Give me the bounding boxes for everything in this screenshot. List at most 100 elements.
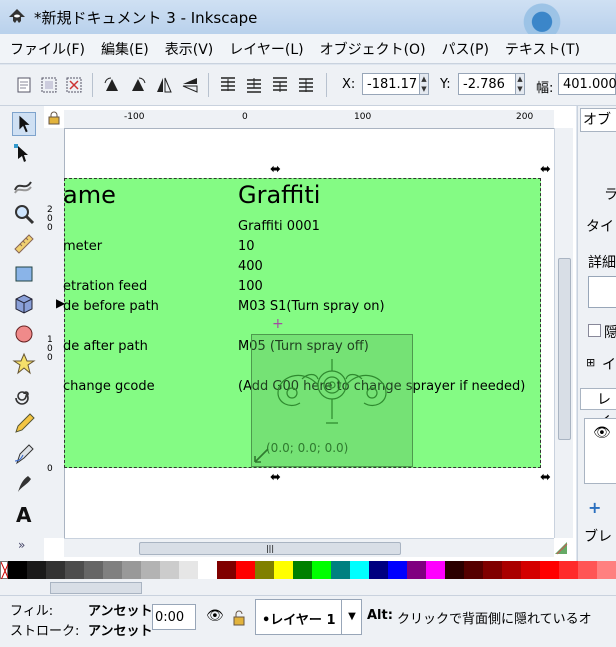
star-tool-icon[interactable]	[12, 352, 36, 376]
flip-horizontal-icon[interactable]	[154, 75, 174, 95]
color-swatch[interactable]	[8, 561, 27, 579]
node-tool-icon[interactable]	[12, 142, 36, 166]
chevron-down-icon[interactable]: ▼	[341, 600, 362, 634]
color-swatch[interactable]	[217, 561, 236, 579]
toolbox-overflow-icon[interactable]: »	[18, 538, 25, 552]
rotate-ccw-icon[interactable]	[102, 75, 122, 95]
deselect-icon[interactable]	[64, 75, 84, 95]
menu-layer[interactable]: レイヤー(L)	[229, 39, 303, 59]
box3d-tool-icon[interactable]	[12, 292, 36, 316]
color-swatch[interactable]	[141, 561, 160, 579]
color-swatch[interactable]	[597, 561, 616, 579]
eye-icon[interactable]: 👁	[593, 425, 611, 441]
menu-edit[interactable]: 編集(E)	[101, 39, 149, 59]
layer-dropdown[interactable]: •レイヤー 1 ▼	[255, 599, 362, 635]
text-tool-icon[interactable]: A	[12, 502, 36, 526]
y-input[interactable]: -2.786	[458, 73, 516, 95]
color-swatch[interactable]	[255, 561, 274, 579]
lower-icon[interactable]	[270, 75, 290, 95]
color-swatch[interactable]	[84, 561, 103, 579]
color-swatch[interactable]	[46, 561, 65, 579]
color-swatch[interactable]	[426, 561, 445, 579]
color-swatch[interactable]	[445, 561, 464, 579]
expand-icon[interactable]: ⊞	[586, 356, 595, 369]
color-swatch[interactable]	[350, 561, 369, 579]
color-swatch[interactable]	[65, 561, 84, 579]
palette-scroll-thumb[interactable]	[50, 582, 142, 594]
lock-guides-icon[interactable]	[48, 111, 60, 125]
color-swatch[interactable]	[388, 561, 407, 579]
color-swatch[interactable]	[331, 561, 350, 579]
ellipse-tool-icon[interactable]	[12, 322, 36, 346]
y-spinner[interactable]: ▲ ▼	[515, 73, 525, 95]
scale-handle-bottom-right[interactable]: ⬌	[540, 470, 551, 485]
calligraphy-tool-icon[interactable]	[12, 472, 36, 496]
color-swatch[interactable]	[483, 561, 502, 579]
color-swatch[interactable]	[293, 561, 312, 579]
menu-view[interactable]: 表示(V)	[165, 39, 214, 59]
selector-tool-icon[interactable]	[12, 112, 36, 136]
pen-tool-icon[interactable]	[12, 442, 36, 466]
tweak-tool-icon[interactable]	[12, 172, 36, 196]
color-swatch[interactable]	[122, 561, 141, 579]
hide-checkbox[interactable]	[588, 324, 601, 337]
vertical-scrollbar[interactable]	[554, 128, 573, 538]
layer-lock-icon[interactable]	[232, 610, 246, 626]
horizontal-scrollbar[interactable]: |||	[64, 538, 554, 557]
scale-handle-bottom[interactable]: ⬌	[270, 470, 281, 485]
flip-vertical-icon[interactable]	[180, 75, 200, 95]
no-paint-swatch[interactable]	[0, 561, 10, 581]
zoom-tool-icon[interactable]	[12, 202, 36, 226]
rotate-cw-icon[interactable]	[128, 75, 148, 95]
spiral-tool-icon[interactable]	[12, 382, 36, 406]
raise-to-top-icon[interactable]	[218, 75, 238, 95]
add-layer-icon[interactable]: +	[588, 498, 601, 517]
measure-tool-icon[interactable]	[12, 232, 36, 256]
color-swatch[interactable]	[103, 561, 122, 579]
color-swatch[interactable]	[502, 561, 521, 579]
color-swatch[interactable]	[312, 561, 331, 579]
x-spinner[interactable]: ▲ ▼	[419, 73, 429, 95]
horizontal-scroll-thumb[interactable]: |||	[139, 542, 401, 555]
color-swatch[interactable]	[540, 561, 559, 579]
origin-marker-object[interactable]: (0.0; 0.0; 0.0)	[251, 334, 413, 467]
menu-file[interactable]: ファイル(F)	[10, 39, 85, 59]
color-swatch[interactable]	[578, 561, 597, 579]
layer-visibility-eye-icon[interactable]: 👁	[206, 608, 224, 624]
color-swatch[interactable]	[369, 561, 388, 579]
menu-path[interactable]: パス(P)	[442, 39, 489, 59]
select-all-layers-icon[interactable]	[39, 75, 59, 95]
pencil-tool-icon[interactable]	[12, 412, 36, 436]
layers-tab[interactable]: レイ	[580, 388, 616, 430]
stroke-value[interactable]: アンセット	[88, 620, 152, 639]
scale-handle-top-right[interactable]: ⬌	[540, 162, 551, 177]
color-swatch[interactable]	[274, 561, 293, 579]
dock-tab[interactable]: オブ	[580, 108, 616, 132]
color-swatch[interactable]	[27, 561, 46, 579]
color-manage-icon[interactable]	[553, 540, 569, 556]
color-swatch[interactable]	[407, 561, 426, 579]
x-input[interactable]: -181.17	[362, 73, 420, 95]
lower-to-bottom-icon[interactable]	[296, 75, 316, 95]
color-swatch[interactable]	[236, 561, 255, 579]
rectangle-tool-icon[interactable]	[12, 262, 36, 286]
color-swatch[interactable]	[160, 561, 179, 579]
vertical-scroll-thumb[interactable]	[558, 258, 571, 440]
rotation-center-icon[interactable]: +	[272, 316, 284, 332]
skew-handle-left[interactable]: ▶	[56, 296, 65, 310]
width-input[interactable]: 401.000	[558, 73, 616, 95]
menu-object[interactable]: オブジェクト(O)	[320, 39, 426, 59]
color-swatch[interactable]	[559, 561, 578, 579]
dock-text-field[interactable]	[588, 276, 616, 308]
color-swatch[interactable]	[521, 561, 540, 579]
color-swatch[interactable]	[179, 561, 198, 579]
color-swatch[interactable]	[464, 561, 483, 579]
fill-value[interactable]: アンセット	[88, 600, 152, 619]
scale-handle-top[interactable]: ⬌	[270, 162, 281, 177]
select-all-icon[interactable]	[14, 75, 34, 95]
layers-list[interactable]: 👁	[584, 418, 616, 484]
opacity-input[interactable]: 0:00	[152, 604, 196, 630]
menu-text[interactable]: テキスト(T)	[505, 39, 580, 59]
raise-icon[interactable]	[244, 75, 264, 95]
color-swatch[interactable]	[198, 561, 217, 579]
